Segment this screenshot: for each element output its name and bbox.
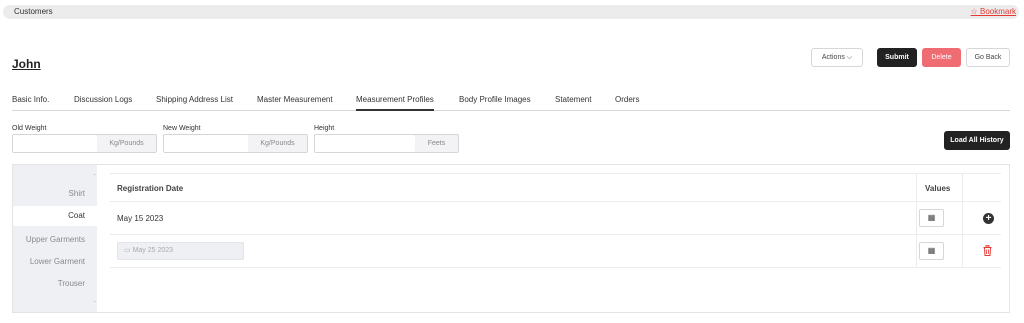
tab-orders[interactable]: Orders bbox=[615, 95, 639, 111]
old-weight-input[interactable] bbox=[12, 134, 98, 153]
table-header-row: Registration Date Values bbox=[110, 174, 1001, 202]
grid-icon[interactable]: ▦ bbox=[919, 242, 944, 260]
sidebar-item-upper-garments[interactable]: Upper Garments bbox=[26, 235, 85, 244]
trash-icon[interactable] bbox=[983, 245, 992, 258]
tab-master-measurement[interactable]: Master Measurement bbox=[257, 95, 333, 111]
load-all-history-button[interactable]: Load All History bbox=[944, 131, 1010, 150]
calendar-icon: ▭ bbox=[124, 247, 131, 254]
tab-statement[interactable]: Statement bbox=[555, 95, 591, 111]
sidebar-item-shirt[interactable]: Shirt bbox=[69, 189, 85, 198]
sidebar-item-trouser[interactable]: Trouser bbox=[58, 279, 85, 288]
actions-dropdown[interactable]: Actions ⌵ bbox=[811, 48, 863, 67]
date-picker-input[interactable]: ▭ May 25 2023 bbox=[117, 242, 244, 260]
plus-circle-icon[interactable]: + bbox=[983, 213, 994, 224]
tab-bar: Basic Info. Discussion Logs Shipping Add… bbox=[12, 95, 1010, 111]
measurement-table: Registration Date Values May 15 2023 ▦ +… bbox=[110, 173, 1001, 268]
registration-date-header: Registration Date bbox=[117, 184, 184, 193]
tab-shipping-address-list[interactable]: Shipping Address List bbox=[156, 95, 233, 111]
old-weight-unit: Kg/Pounds bbox=[97, 134, 157, 153]
values-header: Values bbox=[925, 184, 951, 193]
height-label: Height bbox=[314, 125, 335, 132]
grid-icon[interactable]: ▦ bbox=[919, 209, 944, 227]
new-weight-input[interactable] bbox=[163, 134, 249, 153]
old-weight-label: Old Weight bbox=[12, 125, 47, 132]
tab-basic-info[interactable]: Basic Info. bbox=[12, 95, 49, 111]
table-row: ▭ May 25 2023 ▦ bbox=[110, 235, 1001, 268]
bookmark-link[interactable]: ☆ Bookmark bbox=[971, 7, 1016, 16]
tab-body-profile-images[interactable]: Body Profile Images bbox=[459, 95, 531, 111]
go-back-button[interactable]: Go Back bbox=[966, 48, 1010, 67]
breadcrumb-bar: Customers ☆ Bookmark bbox=[3, 5, 1019, 19]
sidebar-scroll-up[interactable]: · bbox=[93, 170, 96, 179]
breadcrumb[interactable]: Customers bbox=[14, 7, 53, 16]
new-weight-label: New Weight bbox=[163, 125, 201, 132]
sidebar-item-lower-garment[interactable]: Lower Garment bbox=[30, 257, 85, 266]
submit-button[interactable]: Submit bbox=[877, 48, 917, 67]
sidebar-item-coat[interactable]: Coat bbox=[13, 206, 97, 226]
delete-button[interactable]: Delete bbox=[922, 48, 961, 67]
page-title: John bbox=[12, 57, 41, 71]
sidebar-scroll-down[interactable]: · bbox=[93, 297, 96, 306]
date-placeholder: May 25 2023 bbox=[132, 247, 174, 254]
tab-measurement-profiles[interactable]: Measurement Profiles bbox=[356, 95, 434, 111]
registration-date: May 15 2023 bbox=[117, 214, 164, 223]
new-weight-unit: Kg/Pounds bbox=[248, 134, 308, 153]
height-unit: Feets bbox=[415, 134, 459, 153]
garment-sidebar: · Shirt Coat Upper Garments Lower Garmen… bbox=[13, 165, 97, 312]
tab-discussion-logs[interactable]: Discussion Logs bbox=[74, 95, 132, 111]
measurement-panel: · Shirt Coat Upper Garments Lower Garmen… bbox=[12, 164, 1010, 313]
table-row: May 15 2023 ▦ + bbox=[110, 202, 1001, 235]
height-input[interactable] bbox=[314, 134, 416, 153]
